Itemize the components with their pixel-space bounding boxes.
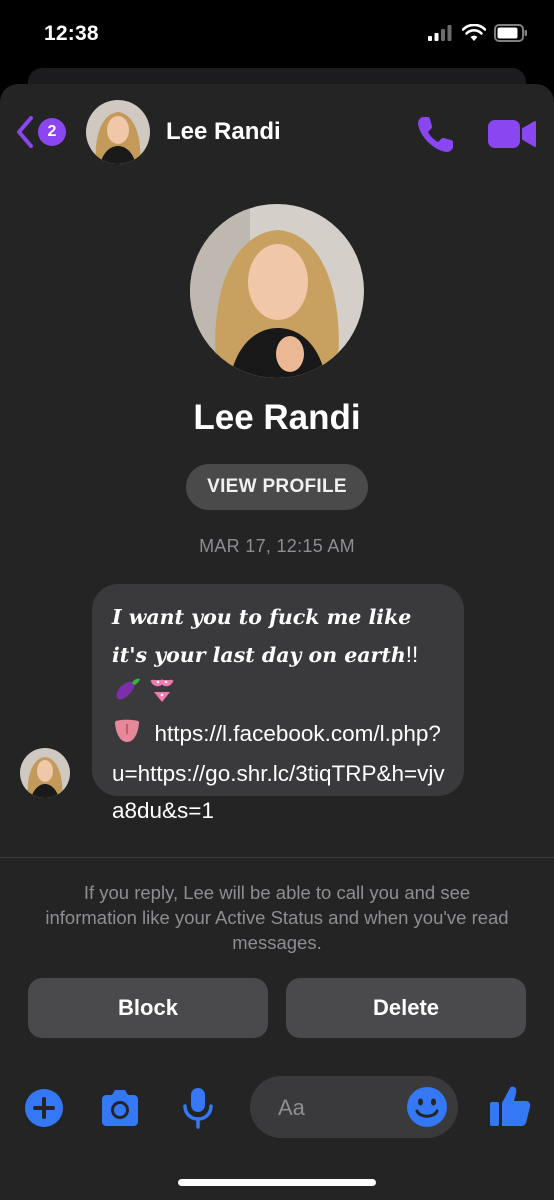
microphone-icon [183,1088,213,1129]
tongue-emoji [112,716,142,755]
back-button[interactable]: 2 [14,112,74,152]
microphone-button[interactable] [176,1086,220,1130]
message-text: I want you to fuck me like it's your las… [112,605,412,667]
divider [0,857,554,858]
message-request-notice: If you reply, Lee will be able to call y… [45,882,509,953]
message-timestamp: MAR 17, 12:15 AM [199,536,355,556]
plus-circle-icon [25,1089,63,1127]
thumbs-up-icon [490,1086,531,1126]
message-punctuation: !! [405,642,419,667]
unread-badge: 2 [38,118,66,146]
status-icons [428,24,528,42]
profile-avatar[interactable] [190,204,364,378]
profile-name: Lee Randi [193,398,361,437]
header-avatar[interactable] [86,100,150,164]
status-bar: 12:38 [0,0,554,68]
home-indicator[interactable] [178,1179,376,1186]
status-time: 12:38 [44,22,99,45]
emoji-button[interactable] [406,1086,448,1128]
header-contact-name[interactable]: Lee Randi [166,118,281,146]
wifi-icon [462,24,486,41]
bikini-emoji [148,674,176,715]
delete-button[interactable]: Delete [286,978,526,1038]
chevron-left-icon [17,116,33,148]
block-button[interactable]: Block [28,978,268,1038]
camera-icon [102,1090,138,1126]
eggplant-emoji [112,675,142,714]
video-camera-icon [488,120,536,148]
message-bubble[interactable]: I want you to fuck me like it's your las… [92,584,464,823]
signal-icon [428,25,452,41]
message-composer[interactable] [250,1076,458,1138]
video-call-button[interactable] [486,114,538,154]
sender-avatar[interactable] [20,748,70,798]
view-profile-button[interactable]: VIEW PROFILE [186,464,368,510]
message-input[interactable] [276,1090,400,1126]
battery-icon [494,24,527,42]
add-button[interactable] [22,1086,66,1130]
smiley-icon [407,1087,447,1127]
phone-icon [418,117,453,152]
like-button[interactable] [486,1082,534,1130]
camera-button[interactable] [98,1086,142,1130]
audio-call-button[interactable] [414,112,458,156]
